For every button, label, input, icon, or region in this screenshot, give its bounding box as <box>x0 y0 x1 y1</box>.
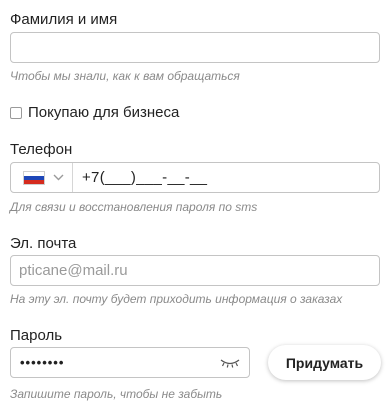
phone-hint: Для связи и восстановления пароля по sms <box>10 200 258 214</box>
email-input[interactable] <box>10 255 380 286</box>
name-hint: Чтобы мы знали, как к вам обращаться <box>10 69 240 83</box>
country-selector[interactable] <box>11 163 73 192</box>
business-checkbox-label: Покупаю для бизнеса <box>28 104 180 121</box>
checkbox-icon[interactable] <box>10 106 22 119</box>
phone-label: Телефон <box>10 141 73 158</box>
eye-closed-icon[interactable] <box>219 357 241 369</box>
russia-flag-icon <box>23 170 45 185</box>
business-checkbox[interactable]: Покупаю для бизнеса <box>10 104 179 121</box>
password-label: Пароль <box>10 327 63 344</box>
password-hint: Запишите пароль, чтобы не забыть <box>10 387 223 401</box>
phone-input[interactable]: +7(___)___-__-__ <box>73 169 207 186</box>
email-hint: На эту эл. почту будет приходить информа… <box>10 292 343 306</box>
name-input[interactable] <box>10 32 380 63</box>
chevron-down-icon <box>53 174 64 181</box>
email-label: Эл. почта <box>10 235 77 252</box>
password-input[interactable]: •••••••• <box>10 347 250 378</box>
name-label: Фамилия и имя <box>10 11 118 28</box>
generate-password-button[interactable]: Придумать <box>268 345 381 380</box>
password-value: •••••••• <box>20 355 65 370</box>
phone-field: +7(___)___-__-__ <box>10 162 380 193</box>
